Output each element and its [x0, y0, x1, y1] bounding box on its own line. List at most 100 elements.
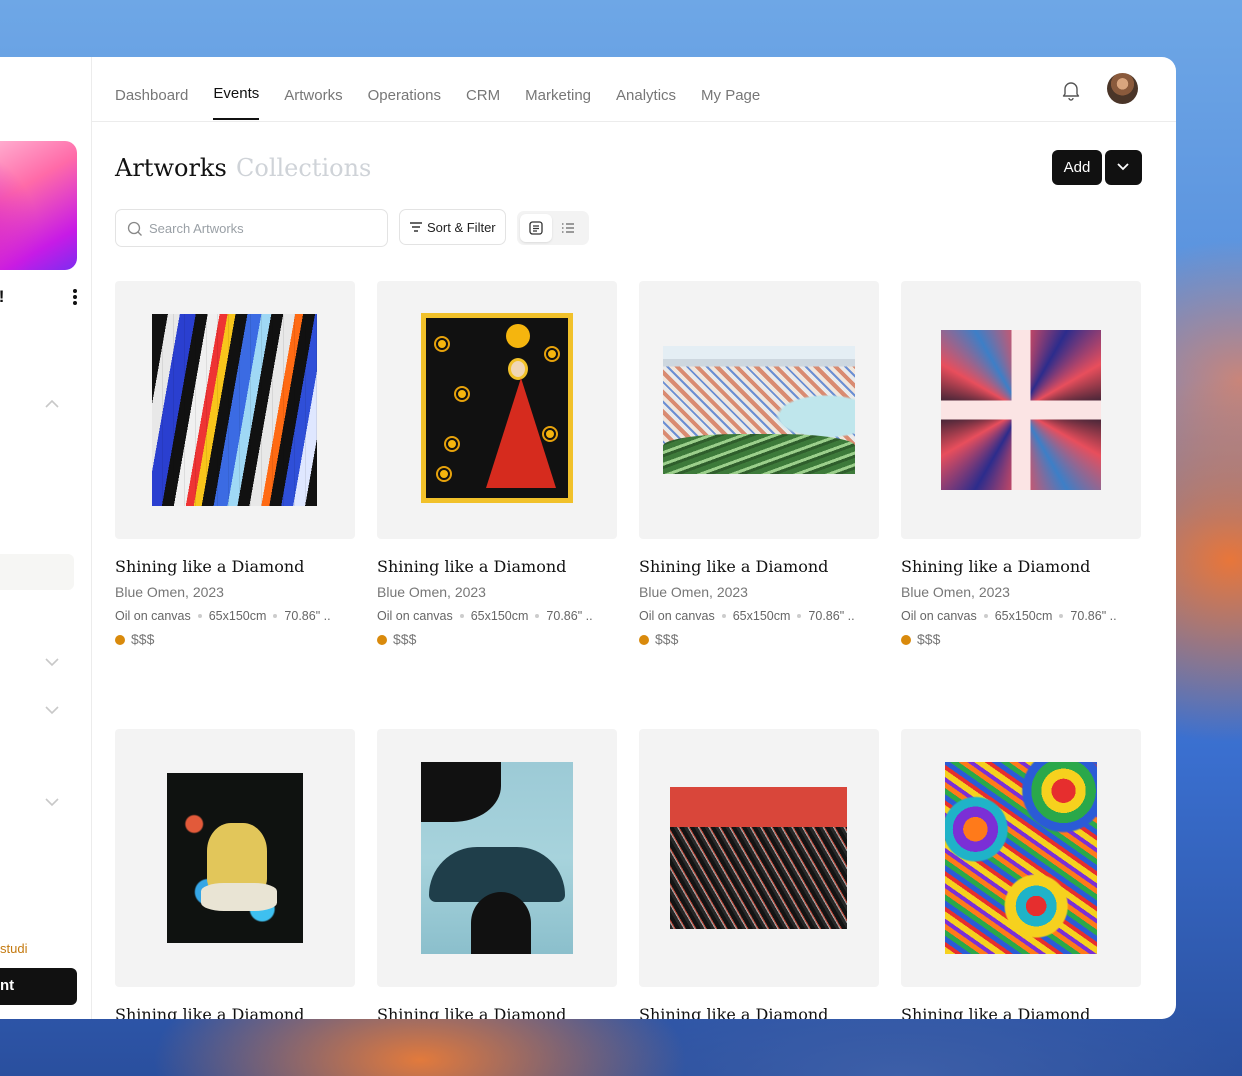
- tab-analytics[interactable]: Analytics: [616, 57, 676, 122]
- tab-events[interactable]: Events: [213, 57, 259, 122]
- tab-artworks[interactable]: Artworks: [284, 57, 342, 122]
- artwork-dimensions-in: 70.86" ..: [546, 609, 593, 623]
- sidebar-action-button[interactable]: nt: [0, 968, 77, 1005]
- artwork-price: $$$: [901, 631, 1141, 647]
- tab-crm[interactable]: CRM: [466, 57, 500, 122]
- page-title[interactable]: Artworks: [115, 154, 227, 182]
- tab-collections[interactable]: Collections: [236, 154, 371, 182]
- artwork-thumbnail[interactable]: [115, 281, 355, 539]
- artwork-thumbnail[interactable]: [115, 729, 355, 987]
- tab-marketing[interactable]: Marketing: [525, 57, 591, 122]
- tab-operations[interactable]: Operations: [368, 57, 441, 122]
- artwork-card[interactable]: Shining like a Diamond Blue Omen, 2023 O…: [115, 281, 355, 647]
- price-label: $$$: [917, 631, 941, 647]
- add-dropdown-button[interactable]: [1105, 150, 1142, 185]
- card-view-icon: [529, 221, 543, 235]
- price-status-dot: [639, 635, 649, 645]
- add-button[interactable]: Add: [1052, 150, 1102, 185]
- artwork-card[interactable]: Shining like a Diamond: [377, 729, 617, 1019]
- artwork-meta: Oil on canvas 65x150cm 70.86" ..: [377, 609, 617, 623]
- sidebar: l! studi nt: [0, 57, 92, 1019]
- artwork-meta: Oil on canvas 65x150cm 70.86" ..: [639, 609, 879, 623]
- avatar[interactable]: [1107, 73, 1138, 104]
- artwork-size: 65x150cm: [470, 609, 529, 623]
- top-nav: Dashboard Events Artworks Operations CRM Mark…: [92, 57, 1176, 122]
- artwork-title: Shining like a Diamond: [639, 557, 829, 576]
- artwork-price: $$$: [115, 631, 355, 647]
- artwork-medium: Oil on canvas: [639, 609, 715, 623]
- price-status-dot: [377, 635, 387, 645]
- artwork-dimensions-in: 70.86" ..: [284, 609, 331, 623]
- artwork-dimensions-in: 70.86" ..: [808, 609, 855, 623]
- sidebar-greeting: l!: [0, 287, 4, 307]
- artwork-title: Shining like a Diamond: [377, 1005, 567, 1019]
- artwork-card[interactable]: Shining like a Diamond Blue Omen, 2023 O…: [639, 281, 879, 647]
- artwork-title: Shining like a Diamond: [377, 557, 567, 576]
- filter-icon: [410, 222, 422, 232]
- artwork-medium: Oil on canvas: [377, 609, 453, 623]
- list-view-icon[interactable]: [561, 221, 575, 235]
- artwork-card[interactable]: Shining like a Diamond: [901, 729, 1141, 1019]
- artwork-artist: Blue Omen, 2023: [639, 584, 748, 600]
- artwork-dimensions-in: 70.86" ..: [1070, 609, 1117, 623]
- artwork-artist: Blue Omen, 2023: [115, 584, 224, 600]
- artwork-meta: Oil on canvas 65x150cm 70.86" ..: [115, 609, 355, 623]
- artwork-artist: Blue Omen, 2023: [377, 584, 486, 600]
- sidebar-item-selected[interactable]: [0, 554, 74, 590]
- artwork-image: [421, 762, 573, 954]
- tab-my-page[interactable]: My Page: [701, 57, 760, 122]
- artwork-title: Shining like a Diamond: [901, 1005, 1091, 1019]
- artwork-price: $$$: [639, 631, 879, 647]
- artwork-size: 65x150cm: [994, 609, 1053, 623]
- search-placeholder: Search Artworks: [149, 221, 244, 236]
- artwork-image: [167, 773, 303, 943]
- chevron-up-icon[interactable]: [44, 399, 60, 409]
- artwork-title: Shining like a Diamond: [115, 557, 305, 576]
- view-toggle: [517, 211, 589, 245]
- artwork-thumbnail[interactable]: [639, 281, 879, 539]
- artwork-medium: Oil on canvas: [901, 609, 977, 623]
- artwork-card[interactable]: Shining like a Diamond Blue Omen, 2023 O…: [377, 281, 617, 647]
- chevron-down-icon: [1117, 163, 1129, 171]
- sidebar-cover-image: [0, 141, 77, 270]
- app-window: l! studi nt Dashboard Events Artworks Opera…: [0, 57, 1176, 1019]
- sort-filter-button[interactable]: Sort & Filter: [399, 209, 506, 245]
- sidebar-studio-link[interactable]: studi: [0, 941, 27, 956]
- artwork-image: [663, 346, 855, 474]
- artwork-thumbnail[interactable]: [901, 729, 1141, 987]
- artwork-medium: Oil on canvas: [115, 609, 191, 623]
- artwork-card[interactable]: Shining like a Diamond: [115, 729, 355, 1019]
- chevron-down-icon[interactable]: [44, 657, 60, 667]
- price-label: $$$: [655, 631, 679, 647]
- artwork-thumbnail[interactable]: [377, 281, 617, 539]
- more-options-icon[interactable]: [70, 289, 80, 307]
- artwork-thumbnail[interactable]: [901, 281, 1141, 539]
- chevron-down-icon[interactable]: [44, 705, 60, 715]
- price-status-dot: [901, 635, 911, 645]
- price-label: $$$: [393, 631, 417, 647]
- artwork-artist: Blue Omen, 2023: [901, 584, 1010, 600]
- artwork-image: [945, 762, 1097, 954]
- chevron-down-icon[interactable]: [44, 797, 60, 807]
- grid-view-button[interactable]: [520, 214, 552, 242]
- artwork-thumbnail[interactable]: [377, 729, 617, 987]
- search-icon: [127, 221, 142, 236]
- artwork-title: Shining like a Diamond: [639, 1005, 829, 1019]
- artwork-title: Shining like a Diamond: [115, 1005, 305, 1019]
- artwork-title: Shining like a Diamond: [901, 557, 1091, 576]
- search-input[interactable]: Search Artworks: [115, 209, 388, 247]
- artwork-meta: Oil on canvas 65x150cm 70.86" ..: [901, 609, 1141, 623]
- artwork-card[interactable]: Shining like a Diamond Blue Omen, 2023 O…: [901, 281, 1141, 647]
- tab-dashboard[interactable]: Dashboard: [115, 57, 188, 122]
- artwork-size: 65x150cm: [732, 609, 791, 623]
- price-status-dot: [115, 635, 125, 645]
- artwork-card[interactable]: Shining like a Diamond: [639, 729, 879, 1019]
- bell-icon[interactable]: [1060, 79, 1082, 101]
- sort-filter-label: Sort & Filter: [427, 220, 496, 235]
- artwork-image: [152, 314, 317, 506]
- nav-tabs: Dashboard Events Artworks Operations CRM Mark…: [115, 57, 785, 122]
- artwork-price: $$$: [377, 631, 617, 647]
- artwork-image: [941, 330, 1101, 490]
- artwork-thumbnail[interactable]: [639, 729, 879, 987]
- artwork-image: [421, 313, 573, 503]
